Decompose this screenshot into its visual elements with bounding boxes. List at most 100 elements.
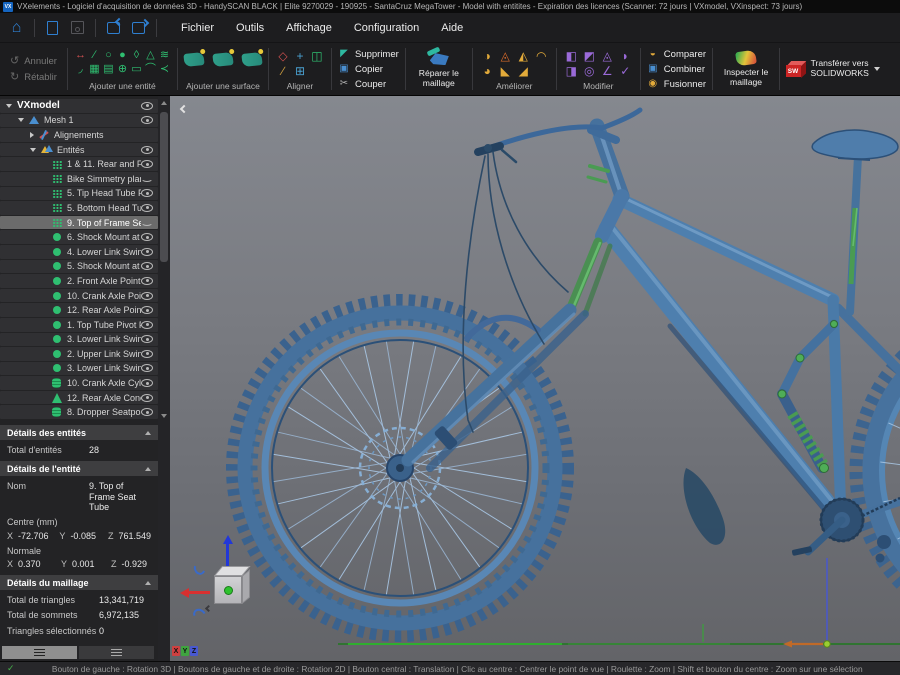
save-button[interactable] [65, 17, 90, 39]
arc-entity-icon[interactable]: ◞ [78, 64, 82, 75]
scrollbar-thumb[interactable] [160, 112, 168, 262]
home-button[interactable]: ⌂ [4, 17, 29, 39]
tree-item-entity[interactable]: 1. Top Tube Pivot Po [0, 318, 158, 332]
tree-item-alignements[interactable]: Alignements [0, 128, 158, 142]
curve-entity-icon[interactable]: ⌒ [145, 64, 156, 75]
tree-item-entity[interactable]: 5. Tip Head Tube Pl [0, 187, 158, 201]
planes-stack-icon[interactable]: ≋ [160, 50, 169, 61]
entities-details-header[interactable]: Détails des entités [0, 425, 158, 440]
entity-details-header[interactable]: Détails de l'entité [0, 461, 158, 476]
align-surface-icon[interactable]: ◫ [311, 50, 322, 62]
visibility-eye-icon[interactable] [141, 146, 153, 154]
boolean-icon[interactable]: ◨ [566, 65, 577, 77]
chevron-down-icon[interactable] [18, 118, 24, 122]
tree-item-mesh1[interactable]: Mesh 1 [0, 114, 158, 128]
tree-scrollbar[interactable] [158, 96, 170, 661]
tree-item-entity[interactable]: 2. Front Axle Point [0, 274, 158, 288]
surface-patch-icon[interactable]: ◩ [584, 50, 595, 62]
visibility-eye-icon[interactable] [141, 204, 153, 212]
save-session-button[interactable] [126, 17, 151, 39]
viewport-3d[interactable]: X Y Z [170, 96, 900, 661]
copy-button[interactable]: ▣Copier [338, 63, 383, 76]
ellipse-entity-icon[interactable]: ◊ [134, 50, 139, 61]
tree-item-vxmodel[interactable]: VXmodel [0, 99, 158, 113]
tree-view-toggle-button[interactable] [2, 646, 77, 659]
visibility-eye-icon[interactable] [141, 248, 153, 256]
menu-aide[interactable]: Aide [430, 22, 474, 34]
visibility-eye-icon[interactable] [141, 321, 153, 329]
rotate-arrow-icon[interactable] [192, 560, 207, 576]
visibility-eye-icon[interactable] [141, 306, 153, 314]
tree-item-entity[interactable]: 5. Bottom Head Tub [0, 201, 158, 215]
menu-fichier[interactable]: Fichier [170, 22, 225, 34]
scroll-down-icon[interactable] [161, 414, 167, 418]
tree-item-entites[interactable]: Entités [0, 143, 158, 157]
visibility-eye-icon[interactable] [141, 350, 153, 358]
visibility-eye-icon[interactable] [141, 408, 153, 416]
visibility-eye-icon[interactable] [141, 292, 153, 300]
tree-item-entity[interactable]: 5. Shock Mount at M [0, 260, 158, 274]
up-axis-arrow-icon[interactable] [226, 543, 229, 568]
visibility-eye-icon[interactable] [141, 233, 153, 241]
menu-affichage[interactable]: Affichage [275, 22, 343, 34]
visibility-eye-icon[interactable] [141, 102, 153, 110]
grid-plane-icon[interactable]: ▦ [89, 64, 99, 75]
visibility-eye-icon[interactable] [141, 277, 153, 285]
undo-button[interactable]: ↺ Annuler [10, 56, 57, 67]
visibility-eye-icon[interactable] [141, 364, 153, 372]
inspect-mesh-button[interactable]: Inspecter le maillage [713, 43, 779, 95]
chevron-down-icon[interactable] [6, 104, 12, 108]
left-axis-arrow-icon[interactable] [188, 591, 210, 594]
tree-item-entity[interactable]: 12. Rear Axle Point [0, 303, 158, 317]
align-axes-icon[interactable]: + [296, 50, 303, 62]
sharpen-edges-icon[interactable]: ◢ [519, 65, 528, 77]
subdivide-icon[interactable]: ◗ [622, 50, 629, 62]
list-view-toggle-button[interactable] [79, 646, 154, 659]
validate-icon[interactable]: ✓ [620, 65, 630, 77]
smooth-mesh-icon[interactable]: ◣ [501, 65, 510, 77]
mesh-details-header[interactable]: Détails du maillage [0, 575, 158, 590]
new-file-button[interactable] [40, 17, 65, 39]
menu-configuration[interactable]: Configuration [343, 22, 430, 34]
line-entity-icon[interactable]: ∕ [94, 50, 96, 61]
cut-button[interactable]: ✂Couper [338, 78, 386, 91]
chevron-down-icon[interactable] [30, 148, 36, 152]
tree-item-entity[interactable]: 10. Crank Axle Point [0, 289, 158, 303]
cone-entity-icon[interactable]: △ [146, 50, 154, 61]
visibility-eye-icon[interactable] [141, 394, 153, 402]
scroll-up-icon[interactable] [161, 101, 167, 105]
fill-partial-icon[interactable]: ◕ [484, 65, 491, 77]
circle-entity-icon[interactable]: ○ [105, 50, 112, 61]
facet-plane-icon[interactable]: ▤ [103, 64, 113, 75]
visibility-eye-icon[interactable] [141, 189, 153, 197]
tree-item-entity[interactable]: 3. Lower Link Swing [0, 362, 158, 376]
visibility-eye-closed-icon[interactable] [141, 175, 153, 182]
visibility-eye-closed-icon[interactable] [141, 219, 153, 226]
open-session-button[interactable] [101, 17, 126, 39]
menu-outils[interactable]: Outils [225, 22, 275, 34]
align-bestfit-icon[interactable]: ◇ [278, 50, 287, 62]
fill-holes-icon[interactable]: ◑ [484, 50, 491, 62]
add-surface-guided-icon[interactable] [212, 52, 233, 67]
tree-item-entity[interactable]: 2. Upper Link Swing [0, 347, 158, 361]
tree-item-entity[interactable]: 10. Crank Axle Cylin [0, 376, 158, 390]
cube-side-face[interactable] [242, 569, 250, 604]
measure-angle-icon[interactable]: ∠ [602, 65, 613, 77]
distance-entity-icon[interactable]: ↔ [75, 50, 86, 61]
transfer-solidworks-button[interactable]: SW Transférer vers SOLIDWORKS [780, 43, 884, 95]
align-line-icon[interactable]: ∕ [282, 65, 284, 77]
compare-button[interactable]: ◒Comparer [647, 48, 706, 61]
visibility-eye-icon[interactable] [141, 160, 153, 168]
visibility-eye-icon[interactable] [141, 335, 153, 343]
fusion-button[interactable]: ◉Fusionner [647, 78, 706, 91]
remove-spikes-icon[interactable]: ◭ [519, 50, 528, 62]
delete-button[interactable]: ◤Supprimer [338, 48, 399, 61]
defeature-icon[interactable]: ◧ [566, 50, 577, 62]
repair-mesh-button[interactable]: Réparer le maillage [406, 43, 472, 95]
combine-button[interactable]: ▣Combiner [647, 63, 705, 76]
align-grid-icon[interactable]: ⊞ [295, 65, 305, 77]
visibility-eye-icon[interactable] [141, 379, 153, 387]
tree-item-entity[interactable]: 3. Lower Link Swing [0, 333, 158, 347]
tree-item-entity[interactable]: 4. Lower Link Swing [0, 245, 158, 259]
tree-item-entity[interactable]: Bike Simmetry plan [0, 172, 158, 186]
